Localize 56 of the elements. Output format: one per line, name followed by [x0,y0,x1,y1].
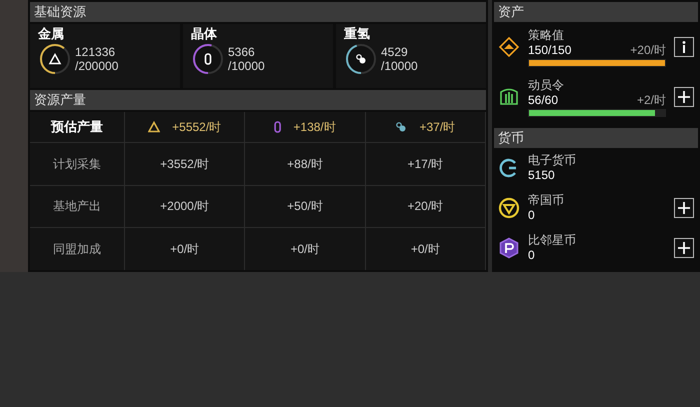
coin-icon [498,197,520,219]
currency-name: 电子货币 [528,153,577,168]
table-row-label: 计划采集 [30,142,125,185]
resource-capacity: /200000 [75,59,118,73]
table-cell: +17/时 [366,142,486,185]
add-button[interactable] [674,238,694,258]
add-button[interactable] [674,87,694,107]
info-button[interactable] [674,37,694,57]
resource-name: 晶体 [191,26,218,42]
add-button[interactable] [674,198,694,218]
table-cell: +0/时 [366,227,486,270]
currency-name: 比邻星币 [528,233,577,248]
table-cell: +0/时 [245,227,366,270]
asset-rate: +20/时 [630,42,666,56]
table-cell: +20/时 [366,184,486,228]
resource-name: 金属 [38,26,65,42]
resource-amount: 121336 [75,45,116,59]
section-header: 基础资源 [30,2,486,22]
table-cell: +2000/时 [125,184,246,228]
table-row-label: 基地产出 [30,184,125,228]
asset-rate: +2/时 [636,92,666,106]
table-header-cell-text: +5552/时 [172,119,222,136]
plus-icon [678,202,690,214]
resource-capacity: /10000 [381,59,418,73]
chevron-diamond-icon [498,36,520,58]
info-icon [682,41,686,53]
asset-value: 56/60 [528,92,558,106]
section-header: 资源产量 [30,90,486,110]
table-header-cell-text: +37/时 [419,119,456,136]
currency-name: 帝国币 [528,193,565,208]
section-header: 资产 [494,2,698,22]
table-cell: +50/时 [245,184,366,228]
table-header-cell: 预估产量 [30,112,125,142]
table-row-label: 同盟加成 [30,227,125,270]
table-header-cell-text: +138/时 [293,119,336,136]
capsule-icon [274,121,282,133]
currency-value: 5150 [528,168,556,183]
asset-name: 动员令 [528,78,565,92]
resource-name: 重氢 [344,26,371,42]
currency-value: 0 [528,248,536,263]
table-cell: +3552/时 [125,142,246,185]
table-cell: +88/时 [245,142,366,185]
plus-icon [678,91,690,103]
shield-icon [498,86,520,108]
plus-icon [678,242,690,254]
currency-value: 0 [528,208,536,223]
triangle-icon [148,121,160,133]
table-cell: +0/时 [125,227,246,270]
resource-amount: 5366 [228,45,256,59]
resource-capacity: /10000 [228,59,265,73]
section-header: 货币 [494,128,698,148]
dots-icon [395,121,408,133]
asset-name: 策略值 [528,28,565,42]
asset-value: 150/150 [528,42,572,56]
resource-amount: 4529 [381,45,409,59]
hexagon-coin-icon [498,237,520,259]
